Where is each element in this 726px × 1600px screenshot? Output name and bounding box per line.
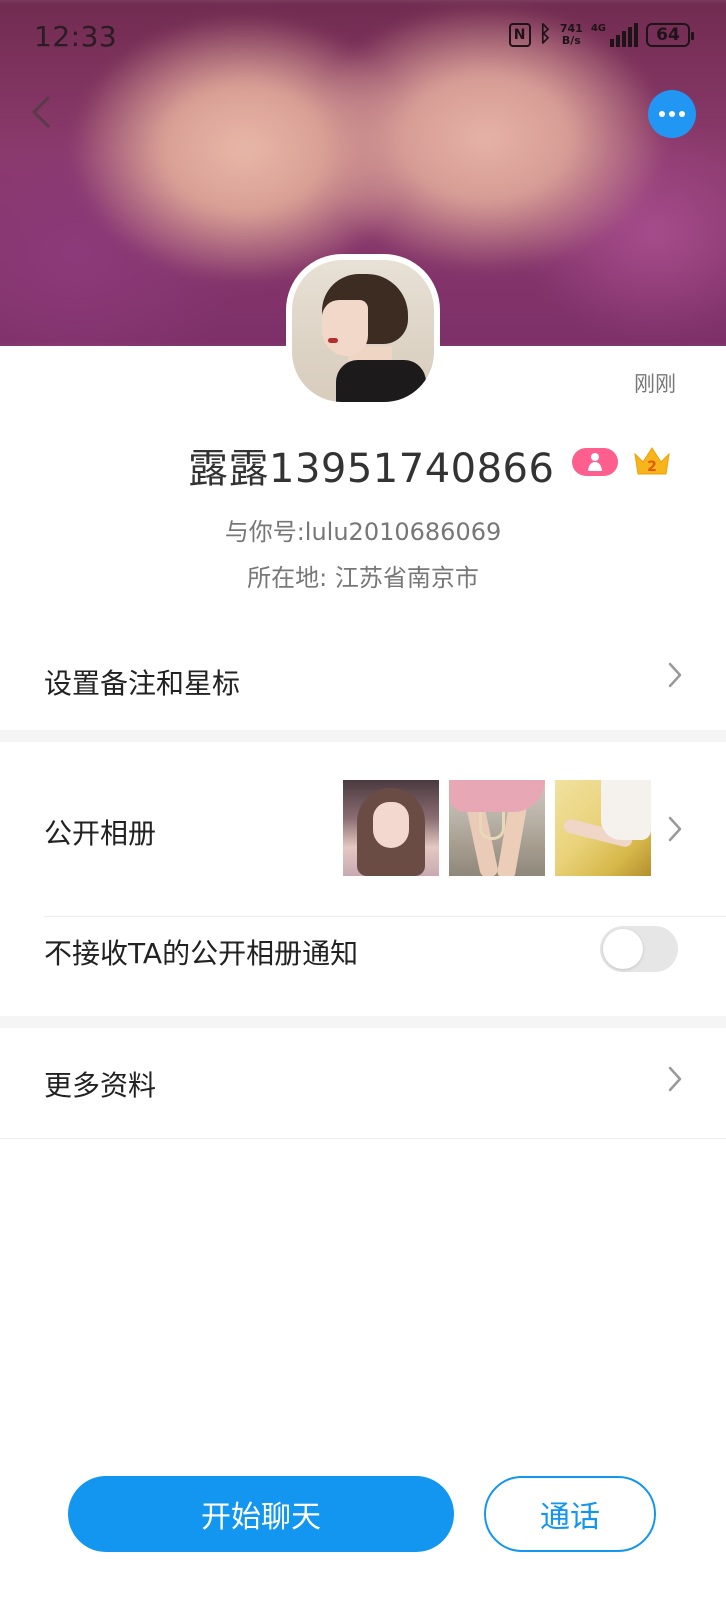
name-row: 露露13951740866 2 — [0, 436, 726, 492]
album-photo-2[interactable] — [449, 780, 545, 876]
more-button[interactable] — [648, 90, 696, 138]
status-time: 12:33 — [34, 20, 118, 53]
section-gap — [0, 1016, 726, 1028]
last-active-text: 刚刚 — [634, 372, 676, 396]
chevron-right-icon — [668, 1066, 682, 1092]
row-divider — [0, 1138, 726, 1139]
bluetooth-icon: ᛒ — [538, 22, 552, 47]
avatar-image — [292, 260, 434, 402]
back-button[interactable] — [26, 92, 58, 132]
location: 所在地: 江苏省南京市 — [247, 564, 479, 592]
album-thumbnails — [343, 780, 651, 876]
nfc-icon: N — [508, 22, 531, 47]
row-divider — [44, 916, 726, 917]
network-type: 4G — [590, 22, 606, 34]
status-icons: N ᛒ 741 B/s 4G 64 — [508, 21, 694, 47]
start-chat-button[interactable]: 开始聊天 — [68, 1476, 454, 1552]
section-gap — [0, 730, 726, 742]
signal-icon: 4G — [590, 22, 638, 47]
more-info-label: 更多资料 — [44, 1069, 157, 1102]
female-icon — [588, 453, 602, 471]
net-speed-value: 741 — [559, 21, 583, 35]
call-button[interactable]: 通话 — [484, 1476, 656, 1552]
public-album-label: 公开相册 — [44, 817, 157, 850]
battery-level: 64 — [656, 24, 680, 45]
more-info-row[interactable]: 更多资料 — [0, 1028, 726, 1138]
chevron-left-icon — [32, 96, 50, 128]
chevron-right-icon — [668, 662, 682, 688]
remark-star-row[interactable]: 设置备注和星标 — [0, 620, 726, 730]
chevron-right-icon — [668, 816, 682, 842]
public-album-row[interactable]: 公开相册 — [0, 742, 726, 918]
album-photo-3[interactable] — [555, 780, 651, 876]
profile-name: 露露13951740866 — [188, 446, 555, 492]
more-dots-icon — [659, 111, 685, 117]
avatar[interactable] — [286, 254, 440, 408]
remark-star-label: 设置备注和星标 — [44, 667, 241, 700]
account-id: 与你号:lulu2010686069 — [224, 518, 502, 546]
net-speed-unit: B/s — [561, 33, 581, 47]
net-speed: 741 B/s — [559, 21, 583, 47]
album-notify-label: 不接收TA的公开相册通知 — [44, 937, 359, 970]
level-number: 2 — [647, 459, 657, 475]
battery-icon: 64 — [646, 22, 694, 47]
toggle-knob — [603, 929, 643, 969]
album-notify-row: 不接收TA的公开相册通知 — [0, 918, 726, 1002]
album-notify-toggle[interactable] — [600, 926, 678, 972]
gender-badge — [572, 448, 618, 476]
status-bar: 12:33 N ᛒ 741 B/s 4G 64 — [0, 0, 726, 74]
album-photo-1[interactable] — [343, 780, 439, 876]
crown-icon: 2 — [634, 447, 670, 475]
